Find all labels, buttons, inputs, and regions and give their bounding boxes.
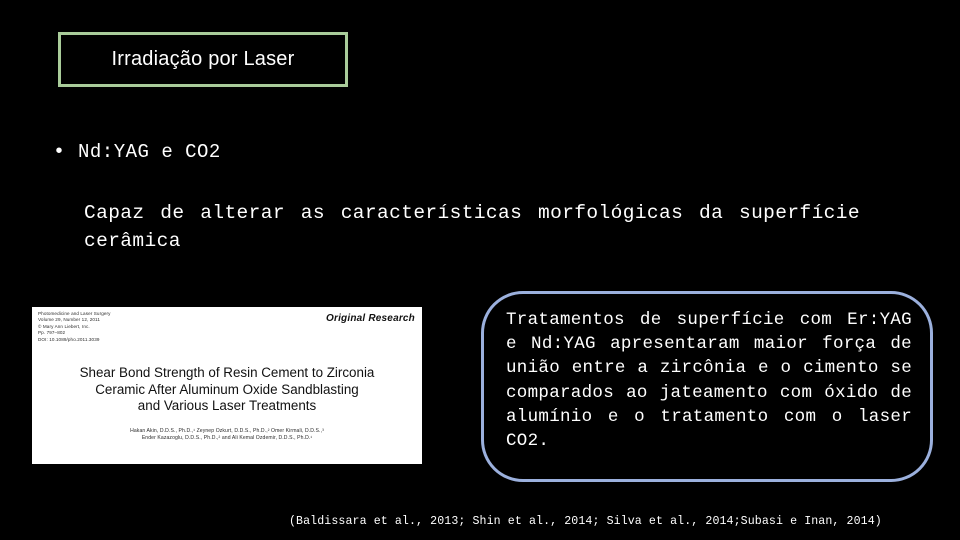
bullet-item-label: Nd:YAG e CO2 [78,141,221,163]
journal-metadata: Photomedicine and Laser Surgery Volume 2… [38,311,111,342]
conclusion-callout-text: Tratamentos de superfície com Er:YAG e N… [506,310,912,452]
bullet-marker-icon: • [52,141,65,164]
reference-citation: (Baldissara et al., 2013; Shin et al., 2… [289,515,882,528]
journal-header: Photomedicine and Laser Surgery Volume 2… [32,307,422,351]
conclusion-callout-box: Tratamentos de superfície com Er:YAG e N… [481,291,933,482]
slide-title-box: Irradiação por Laser [58,32,348,87]
journal-article-type: Original Research [326,313,415,324]
bullet-list-item: • Nd:YAG e CO2 [40,139,540,166]
slide-canvas: Irradiação por Laser • Nd:YAG e CO2 Capa… [0,0,960,540]
supporting-paragraph: Capaz de alterar as características morf… [84,202,860,252]
journal-article-title: Shear Bond Strength of Resin Cement to Z… [79,365,375,413]
journal-article-authors: Hakan Akin, D.D.S., Ph.D.,¹ Zeynep Ozkur… [130,427,324,442]
slide-title: Irradiação por Laser [111,48,295,70]
journal-article-thumbnail: Photomedicine and Laser Surgery Volume 2… [32,307,422,464]
